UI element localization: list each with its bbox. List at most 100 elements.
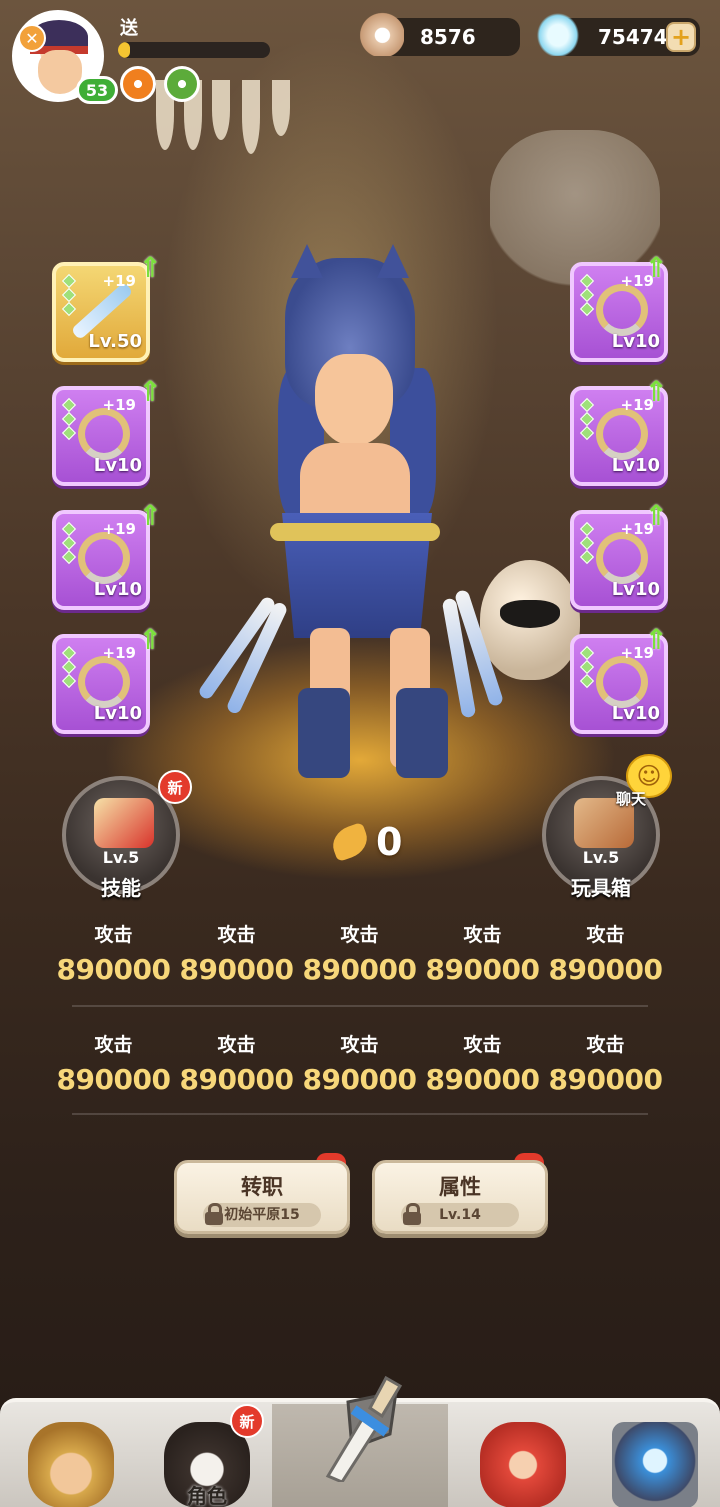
fang-necklace-icon (78, 532, 130, 584)
slot-plus: +19 (102, 644, 136, 662)
gem-currency: 75474 + (534, 10, 700, 56)
stats-divider (72, 1005, 648, 1007)
fang-necklace-icon (596, 532, 648, 584)
nav-character-label: 角色 (187, 1484, 227, 1507)
gem-amount: 75474 (598, 25, 668, 49)
stat-item: 攻击 890000 (544, 920, 667, 986)
equip-slot-left-3[interactable]: +19 Lv10 ⇑ (52, 502, 162, 610)
stat-label: 攻击 (94, 1034, 133, 1056)
stat-label: 攻击 (586, 924, 625, 946)
rank-diamonds (579, 273, 595, 318)
slot-level: Lv10 (93, 703, 142, 724)
equip-slot-right-1[interactable]: +19 Lv10 ⇑ (570, 254, 668, 362)
stats-divider (72, 1113, 648, 1115)
rank-diamonds (579, 645, 595, 690)
gem-shell-icon (534, 10, 582, 56)
slot-level: Lv10 (93, 455, 142, 476)
stat-item: 攻击 890000 (421, 920, 544, 986)
stats-row-2: 攻击 890000 攻击 890000 攻击 890000 攻击 890000 攻击 89… (52, 1030, 676, 1096)
rank-diamonds (61, 521, 77, 566)
stat-item: 攻击 890000 (544, 1030, 667, 1096)
dino-pet-icon (480, 1422, 566, 1507)
upgrade-arrow-icon: ⇑ (644, 375, 668, 408)
nav-caveman[interactable] (6, 1410, 136, 1507)
upgrade-arrow-icon: ⇑ (644, 623, 668, 656)
leaf-buff-icon[interactable] (164, 66, 200, 102)
slot-level: Lv10 (611, 579, 660, 600)
stat-label: 攻击 (217, 924, 256, 946)
add-gems-button[interactable]: + (666, 22, 696, 52)
equip-slot-left-4[interactable]: +19 Lv10 ⇑ (52, 626, 162, 734)
stat-label: 攻击 (463, 1034, 502, 1056)
equip-slot-left-1[interactable]: +19 Lv.50 ⇑ (52, 254, 162, 362)
stat-value: 890000 (56, 1063, 171, 1096)
slot-plus: +19 (102, 520, 136, 538)
toybox-level: Lv.5 (582, 848, 620, 867)
player-avatar[interactable]: ✕ 53 (12, 10, 118, 104)
pearl-shell-icon (356, 10, 404, 56)
stat-value: 890000 (56, 953, 171, 986)
nav-pet[interactable] (458, 1410, 588, 1507)
stat-value: 890000 (302, 1063, 417, 1096)
upgrade-arrow-icon: ⇑ (138, 499, 162, 532)
exp-fill (118, 42, 131, 58)
rank-diamonds (579, 397, 595, 442)
character-model[interactable] (190, 244, 505, 818)
stat-label: 攻击 (217, 1034, 256, 1056)
stat-item: 攻击 890000 (175, 1030, 298, 1096)
stat-value: 890000 (548, 1063, 663, 1096)
slot-level: Lv10 (93, 579, 142, 600)
upgrade-arrow-icon: ⇑ (138, 375, 162, 408)
caveman-icon (28, 1422, 114, 1507)
upgrade-arrow-icon: ⇑ (138, 251, 162, 284)
fire-buff-icon[interactable] (120, 66, 156, 102)
stat-item: 攻击 890000 (52, 1030, 175, 1096)
fang-necklace-icon (596, 408, 648, 460)
slot-plus: +19 (102, 396, 136, 414)
rank-diamonds (61, 397, 77, 442)
combat-power-value: 0 (376, 820, 403, 864)
stat-item: 攻击 890000 (421, 1030, 544, 1096)
fang-necklace-icon (78, 408, 130, 460)
skill-card-icon (94, 798, 154, 848)
stat-value: 890000 (548, 953, 663, 986)
stat-value: 890000 (302, 953, 417, 986)
upgrade-arrow-icon: ⇑ (138, 623, 162, 656)
fang-necklace-icon (78, 656, 130, 708)
job-change-button[interactable]: 转职 初始平原15 (174, 1160, 350, 1234)
equip-slot-right-4[interactable]: +19 Lv10 ⇑ (570, 626, 668, 734)
stat-value: 890000 (425, 953, 540, 986)
sword-icon (325, 1375, 403, 1482)
pearl-currency: 8576 (356, 10, 520, 56)
nav-new-badge: 新 (230, 1404, 264, 1438)
equip-slot-right-3[interactable]: +19 Lv10 ⇑ (570, 502, 668, 610)
equip-slot-right-2[interactable]: +19 Lv10 ⇑ (570, 378, 668, 486)
fang-necklace-icon (596, 284, 648, 336)
fang-necklace-icon (596, 656, 648, 708)
nav-character[interactable]: 角色 新 (142, 1404, 272, 1507)
stat-label: 攻击 (340, 1034, 379, 1056)
lock-icon (205, 1203, 223, 1225)
attributes-title: 属性 (439, 1175, 481, 1199)
crossed-swords-icon: ✕ (18, 24, 46, 52)
combat-power: 0 (327, 820, 403, 864)
nav-portal[interactable] (590, 1410, 720, 1507)
stats-row-1: 攻击 890000 攻击 890000 攻击 890000 攻击 890000 攻击 89… (52, 920, 676, 986)
stat-label: 攻击 (94, 924, 133, 946)
rank-diamonds (61, 273, 77, 318)
equip-slot-left-2[interactable]: +19 Lv10 ⇑ (52, 378, 162, 486)
stat-value: 890000 (179, 1063, 294, 1096)
stat-item: 攻击 890000 (298, 1030, 421, 1096)
rank-diamonds (61, 645, 77, 690)
exp-bar (118, 42, 270, 58)
pearl-amount: 8576 (420, 25, 476, 49)
slot-level: Lv10 (611, 455, 660, 476)
stat-label: 攻击 (463, 924, 502, 946)
attributes-button[interactable]: 属性 Lv.14 (372, 1160, 548, 1234)
slot-level: Lv10 (611, 703, 660, 724)
chat-button[interactable]: 聊天 (616, 788, 646, 809)
stat-label: 攻击 (586, 1034, 625, 1056)
skills-new-badge: 新 (158, 770, 192, 804)
job-change-title: 转职 (241, 1175, 283, 1199)
skills-label: 技能 (101, 876, 141, 900)
